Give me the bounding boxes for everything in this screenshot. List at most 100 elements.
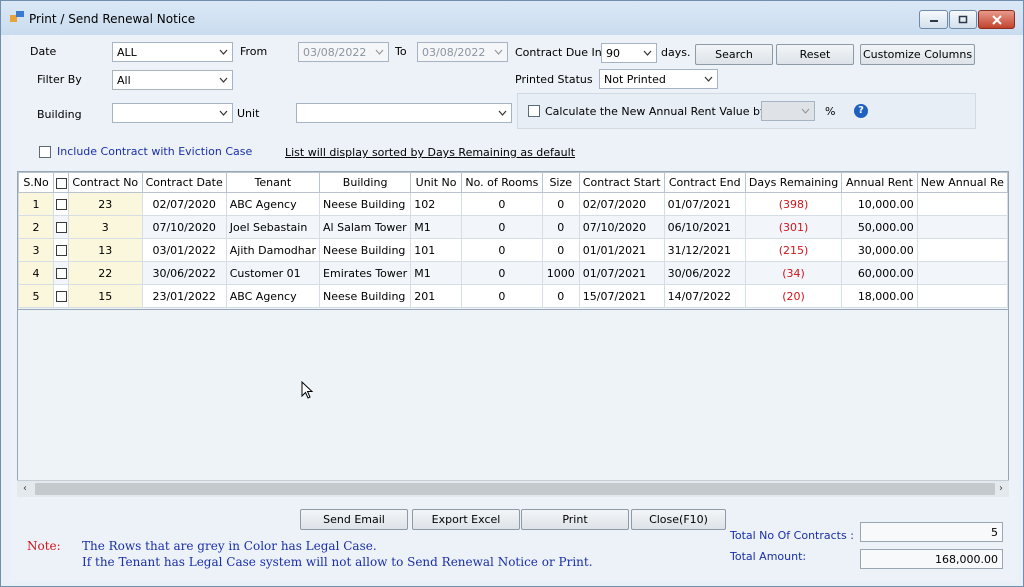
cell-days-remaining: (20) [744, 284, 843, 308]
cell-contract-date: 07/10/2020 [141, 215, 227, 239]
to-date-value: 03/08/2022 [422, 46, 486, 59]
cell-size: 0 [541, 238, 580, 262]
column-header[interactable]: Contract Start [578, 172, 665, 193]
cell-contract-no: 15 [67, 284, 143, 308]
days-label: days. [661, 46, 691, 59]
cell-select[interactable] [53, 284, 69, 308]
help-icon[interactable]: ? [854, 104, 868, 118]
customize-columns-button[interactable]: Customize Columns [860, 44, 975, 65]
maximize-button[interactable] [949, 10, 977, 29]
cell-rooms: 0 [460, 284, 543, 308]
note-label: Note: [27, 539, 61, 553]
filter-by-dropdown[interactable]: All [112, 70, 233, 90]
row-checkbox[interactable] [55, 199, 67, 210]
cell-tenant: Joel Sebastain [225, 215, 321, 239]
cell-sno: 1 [18, 192, 55, 216]
cell-new-annual-rent [916, 261, 1008, 285]
cell-unit: M1 [410, 261, 462, 285]
select-all-checkbox[interactable] [55, 177, 67, 189]
cell-days-remaining: (301) [744, 215, 843, 239]
search-button[interactable]: Search [695, 44, 773, 65]
cell-contract-date: 03/01/2022 [141, 238, 227, 262]
printed-status-dropdown[interactable]: Not Printed [599, 69, 718, 89]
column-header[interactable]: Unit No [410, 172, 462, 193]
cell-contract-end: 14/07/2022 [663, 284, 746, 308]
contract-due-label: Contract Due In [515, 46, 602, 59]
export-excel-button[interactable]: Export Excel [412, 509, 520, 530]
row-checkbox[interactable] [55, 291, 67, 302]
date-dropdown-value: ALL [117, 46, 137, 59]
cell-contract-start: 01/01/2021 [578, 238, 665, 262]
row-checkbox[interactable] [55, 222, 67, 233]
cell-annual-rent: 10,000.00 [841, 192, 918, 216]
cell-contract-start: 07/10/2020 [578, 215, 665, 239]
grid-rows-end-divider [18, 309, 1008, 310]
calculate-rent-checkbox[interactable] [528, 105, 540, 117]
unit-dropdown[interactable] [296, 103, 512, 123]
column-header[interactable]: Contract Date [141, 172, 227, 193]
column-header[interactable]: Tenant [225, 172, 321, 193]
from-date-picker[interactable]: 03/08/2022 [298, 42, 389, 62]
cell-contract-end: 06/10/2021 [663, 215, 746, 239]
column-header[interactable]: Contract End [663, 172, 746, 193]
cell-unit: 102 [410, 192, 462, 216]
column-header[interactable]: Days Remaining [744, 172, 843, 193]
cell-select[interactable] [53, 192, 69, 216]
cell-building: Emirates Tower [319, 261, 412, 285]
column-header[interactable]: Annual Rent [841, 172, 918, 193]
table-row[interactable]: 4 22 30/06/2022 Customer 01 Emirates Tow… [18, 261, 1008, 285]
table-row[interactable]: 3 13 03/01/2022 Ajith Damodhar Neese Bui… [18, 238, 1008, 262]
row-checkbox[interactable] [55, 245, 67, 256]
close-button[interactable]: Close(F10) [631, 509, 726, 530]
cell-tenant: ABC Agency [225, 284, 321, 308]
column-header[interactable]: New Annual Re [916, 172, 1008, 193]
building-dropdown[interactable] [112, 103, 233, 123]
send-email-button[interactable]: Send Email [300, 509, 408, 530]
reset-button[interactable]: Reset [776, 44, 854, 65]
cell-sno: 3 [18, 238, 55, 262]
table-row[interactable]: 2 3 07/10/2020 Joel Sebastain Al Salam T… [18, 215, 1008, 239]
cell-new-annual-rent [916, 238, 1008, 262]
contract-due-dropdown[interactable]: 90 [601, 43, 657, 63]
restore-icon [958, 15, 968, 24]
cell-contract-start: 15/07/2021 [578, 284, 665, 308]
printed-status-value: Not Printed [604, 73, 666, 86]
date-label: Date [30, 45, 57, 58]
scrollbar-thumb[interactable] [35, 483, 995, 495]
chevron-down-icon [219, 49, 228, 55]
column-header[interactable]: S.No [18, 172, 55, 193]
column-header[interactable]: No. of Rooms [460, 172, 543, 193]
cell-select[interactable] [53, 215, 69, 239]
cell-contract-end: 30/06/2022 [663, 261, 746, 285]
close-window-button[interactable] [978, 10, 1015, 29]
column-header[interactable]: Building [319, 172, 412, 193]
to-date-picker[interactable]: 03/08/2022 [417, 42, 508, 62]
calculate-rent-dropdown[interactable] [761, 101, 815, 121]
print-button[interactable]: Print [521, 509, 629, 530]
cell-building: Al Salam Tower [319, 215, 412, 239]
table-row[interactable]: 1 23 02/07/2020 ABC Agency Neese Buildin… [18, 192, 1008, 216]
cell-select[interactable] [53, 261, 69, 285]
cell-annual-rent: 18,000.00 [841, 284, 918, 308]
cell-days-remaining: (215) [744, 238, 843, 262]
cell-tenant: Ajith Damodhar [225, 238, 321, 262]
select-all-header[interactable] [53, 172, 69, 193]
horizontal-scrollbar[interactable]: ‹ › [17, 480, 1009, 497]
cell-contract-date: 30/06/2022 [141, 261, 227, 285]
column-header[interactable]: Size [541, 172, 580, 193]
minimize-button[interactable] [919, 10, 948, 29]
cell-size: 0 [541, 215, 580, 239]
scroll-left-icon[interactable]: ‹ [17, 481, 33, 497]
form-body: Date ALL From 03/08/2022 To 03/08/2022 C… [9, 35, 1017, 581]
cell-contract-no: 22 [67, 261, 143, 285]
to-label: To [395, 45, 407, 58]
column-header[interactable]: Contract No [67, 172, 143, 193]
scroll-right-icon[interactable]: › [993, 481, 1009, 497]
cell-select[interactable] [53, 238, 69, 262]
row-checkbox[interactable] [55, 268, 67, 279]
window-title: Print / Send Renewal Notice [29, 12, 196, 26]
cell-contract-start: 02/07/2020 [578, 192, 665, 216]
date-dropdown[interactable]: ALL [112, 42, 233, 62]
include-eviction-checkbox[interactable] [39, 146, 51, 158]
table-row[interactable]: 5 15 23/01/2022 ABC Agency Neese Buildin… [18, 284, 1008, 308]
